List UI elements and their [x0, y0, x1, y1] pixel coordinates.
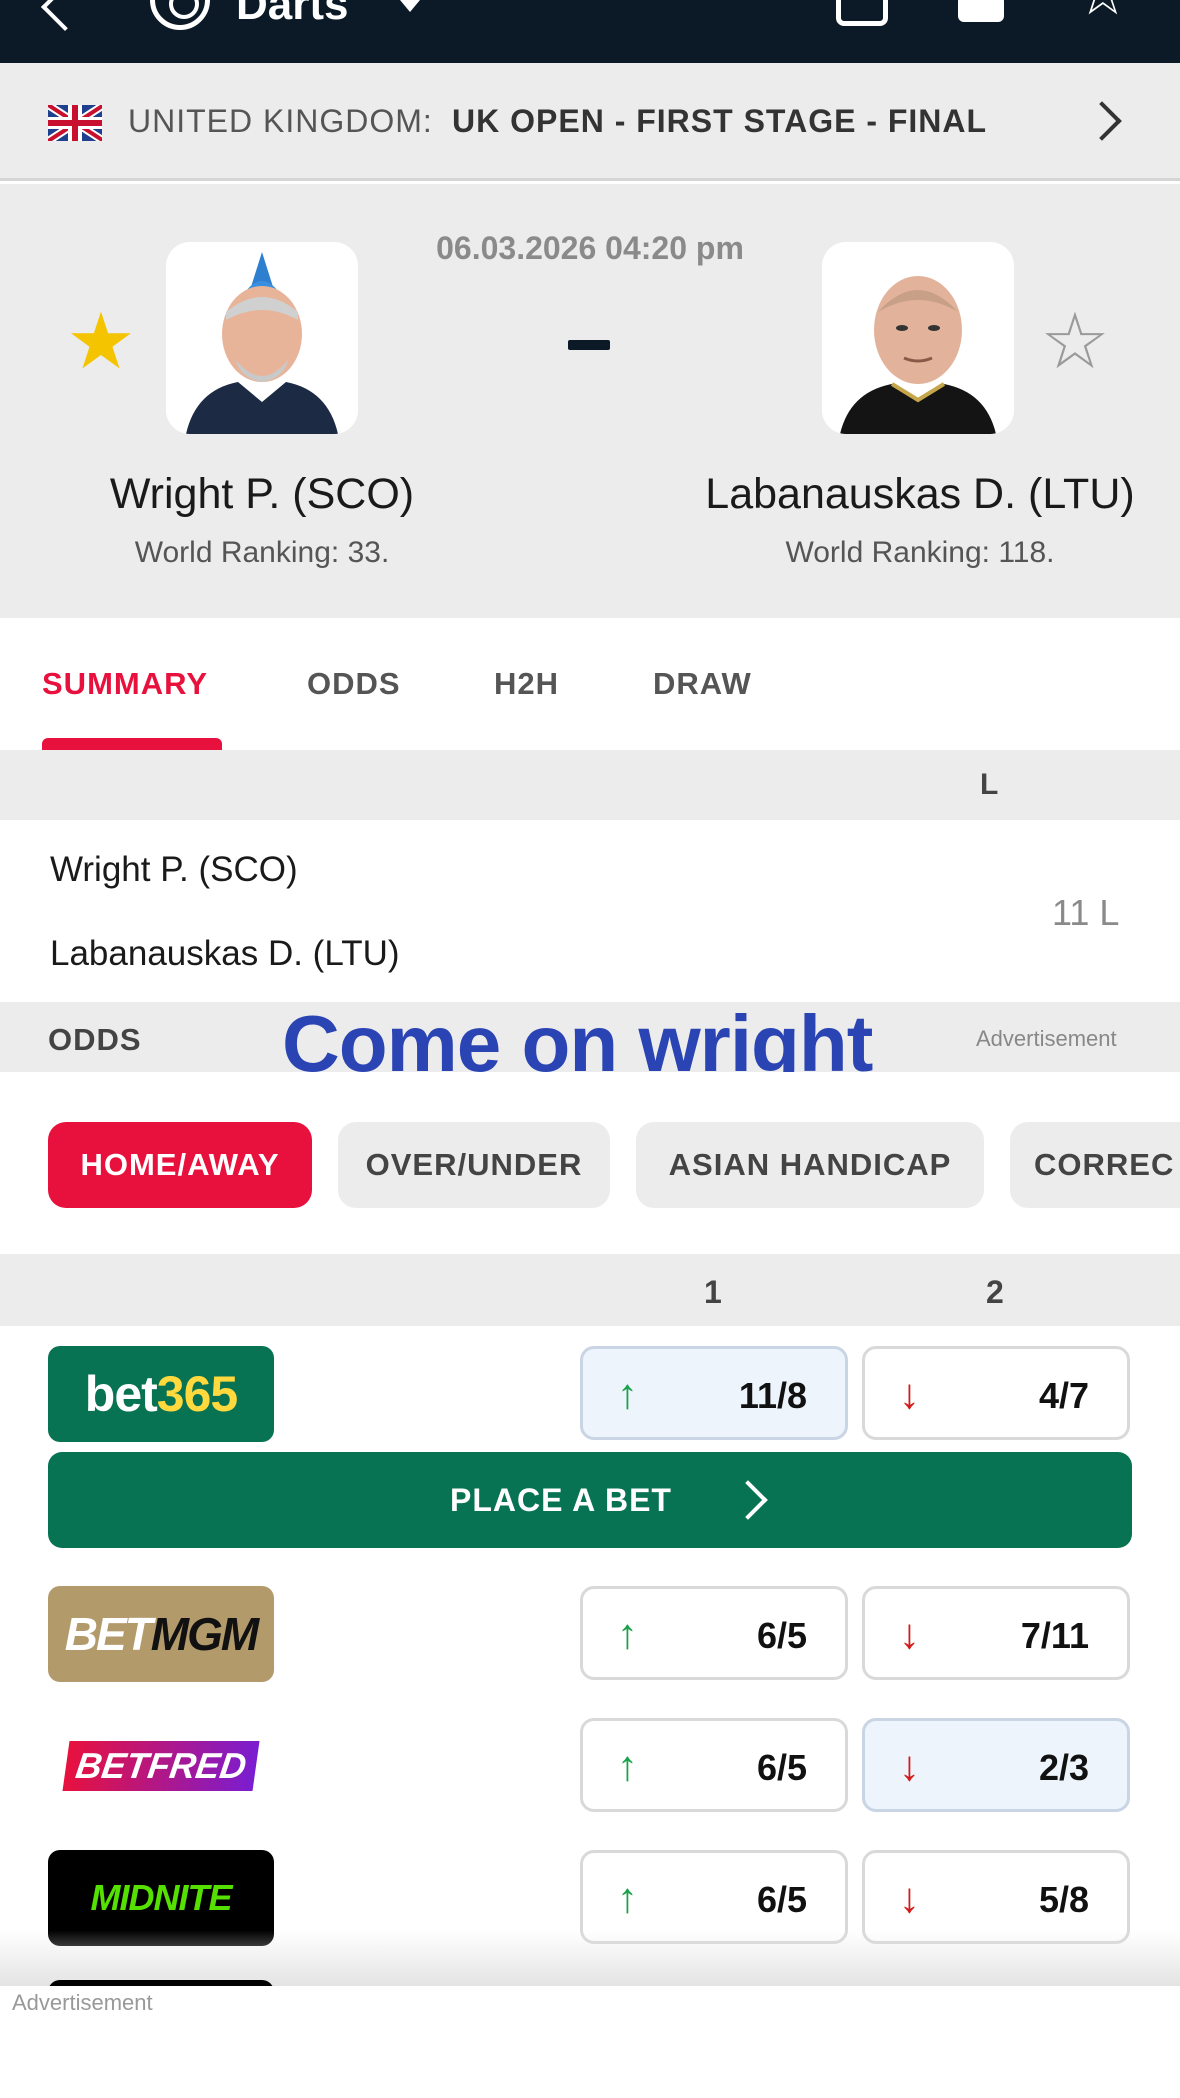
- bookmaker-logo-betfred[interactable]: BETFRED: [48, 1718, 274, 1814]
- ad-banner: Advertisement: [0, 1986, 1180, 2098]
- advertisement-label: Advertisement: [976, 1026, 1117, 1051]
- odds-button-away[interactable]: ↓ 4/7: [862, 1346, 1130, 1440]
- tab-draw[interactable]: DRAW: [653, 666, 752, 702]
- tab-h2h[interactable]: H2H: [494, 666, 559, 702]
- odds-column-2: 2: [986, 1274, 1004, 1310]
- player-photo-away[interactable]: [822, 242, 1014, 434]
- player-ranking-away: World Ranking: 118.: [785, 536, 1055, 569]
- arrow-down-icon: ↓: [899, 1370, 920, 1417]
- odds-value: 6/5: [756, 1747, 807, 1788]
- player-name-home[interactable]: Wright P. (SCO): [62, 470, 462, 519]
- chevron-right-icon[interactable]: [1082, 101, 1122, 141]
- chevron-right-icon: [728, 1480, 768, 1520]
- tournament-stage: UK OPEN - FIRST STAGE - FINAL: [452, 103, 988, 139]
- summary-table: Wright P. (SCO) Labanauskas D. (LTU) 11 …: [0, 820, 1180, 1002]
- chevron-down-icon[interactable]: [400, 0, 420, 12]
- odds-section-label: ODDS: [48, 1022, 142, 1057]
- player-avatar-home: [166, 242, 358, 434]
- market-chips: HOME/AWAY OVER/UNDER ASIAN HANDICAP CORR…: [0, 1072, 1180, 1254]
- odds-value: 4/7: [1038, 1375, 1089, 1416]
- back-arrow-icon[interactable]: [40, 0, 90, 32]
- top-bar: Darts ☆: [0, 0, 1180, 63]
- arrow-up-icon: ↑: [617, 1874, 638, 1921]
- player-name-away[interactable]: Labanauskas D. (LTU): [690, 470, 1150, 519]
- tab-bar: SUMMARY ODDS H2H DRAW: [0, 618, 1180, 750]
- arrow-down-icon: ↓: [899, 1742, 920, 1789]
- favorite-star-icon-away[interactable]: ☆: [1040, 302, 1110, 380]
- market-chip-correct-score[interactable]: CORREC: [1010, 1122, 1180, 1208]
- advertisement-label: Advertisement: [12, 1990, 153, 2015]
- arrow-up-icon: ↑: [617, 1610, 638, 1657]
- tab-odds[interactable]: ODDS: [307, 666, 401, 702]
- bookmaker-logo-bet365[interactable]: bet 365: [48, 1346, 274, 1442]
- odds-value: 6/5: [756, 1615, 807, 1656]
- odds-column-1: 1: [704, 1274, 722, 1310]
- odds-value: 7/11: [1020, 1615, 1089, 1656]
- summary-column-label: L: [980, 768, 999, 801]
- odds-value: 5/8: [1038, 1879, 1089, 1920]
- odds-value: 6/5: [756, 1879, 807, 1920]
- active-tab-indicator: [42, 738, 222, 750]
- odds-value: 2/3: [1038, 1747, 1089, 1788]
- place-bet-button[interactable]: PLACE A BET: [48, 1452, 1132, 1548]
- market-chip-over-under[interactable]: OVER/UNDER: [338, 1122, 610, 1208]
- odds-table-header: 1 2: [0, 1254, 1180, 1326]
- tournament-row[interactable]: UNITED KINGDOM: UK OPEN - FIRST STAGE - …: [0, 63, 1180, 181]
- summary-row-home: Wright P. (SCO): [50, 850, 298, 889]
- summary-header: L: [0, 750, 1180, 820]
- star-icon[interactable]: ☆: [1076, 0, 1130, 24]
- favorite-star-icon-home[interactable]: ★: [66, 302, 136, 380]
- market-chip-asian-handicap[interactable]: ASIAN HANDICAP: [636, 1122, 984, 1208]
- summary-result: 11 L: [1052, 892, 1120, 933]
- odds-button-home[interactable]: ↑ 11/8: [580, 1346, 848, 1440]
- player-ranking-home: World Ranking: 33.: [134, 536, 390, 569]
- arrow-up-icon: ↑: [617, 1742, 638, 1789]
- uk-flag-icon: [48, 105, 102, 141]
- odds-button-away[interactable]: ↓ 2/3: [862, 1718, 1130, 1812]
- odds-button-home[interactable]: ↑ 6/5: [580, 1718, 848, 1812]
- arrow-up-icon: ↑: [617, 1370, 638, 1417]
- player-photo-home[interactable]: [166, 242, 358, 434]
- market-chip-home-away[interactable]: HOME/AWAY: [48, 1122, 312, 1208]
- tournament-country: UNITED KINGDOM:: [128, 103, 433, 139]
- dartboard-icon: [150, 0, 210, 30]
- summary-row-away: Labanauskas D. (LTU): [50, 934, 400, 973]
- bookmaker-logo-betmgm[interactable]: BET MGM: [48, 1586, 274, 1682]
- odds-button-home[interactable]: ↑ 6/5: [580, 1586, 848, 1680]
- place-bet-label: PLACE A BET: [450, 1482, 672, 1518]
- odds-value: 11/8: [738, 1375, 807, 1416]
- sport-title[interactable]: Darts: [236, 0, 349, 30]
- player-avatar-away: [822, 242, 1014, 434]
- arrow-down-icon: ↓: [899, 1874, 920, 1921]
- arrow-down-icon: ↓: [899, 1610, 920, 1657]
- match-header: 06.03.2026 04:20 pm ★ ☆ Wright P. (SCO) …: [0, 184, 1180, 618]
- share-icon[interactable]: [836, 0, 888, 26]
- odds-button-away[interactable]: ↓ 7/11: [862, 1586, 1130, 1680]
- bell-icon[interactable]: [958, 0, 1004, 22]
- score-separator: [568, 340, 610, 350]
- tab-summary[interactable]: SUMMARY: [42, 666, 208, 702]
- scroll-fade: [0, 1930, 1180, 1986]
